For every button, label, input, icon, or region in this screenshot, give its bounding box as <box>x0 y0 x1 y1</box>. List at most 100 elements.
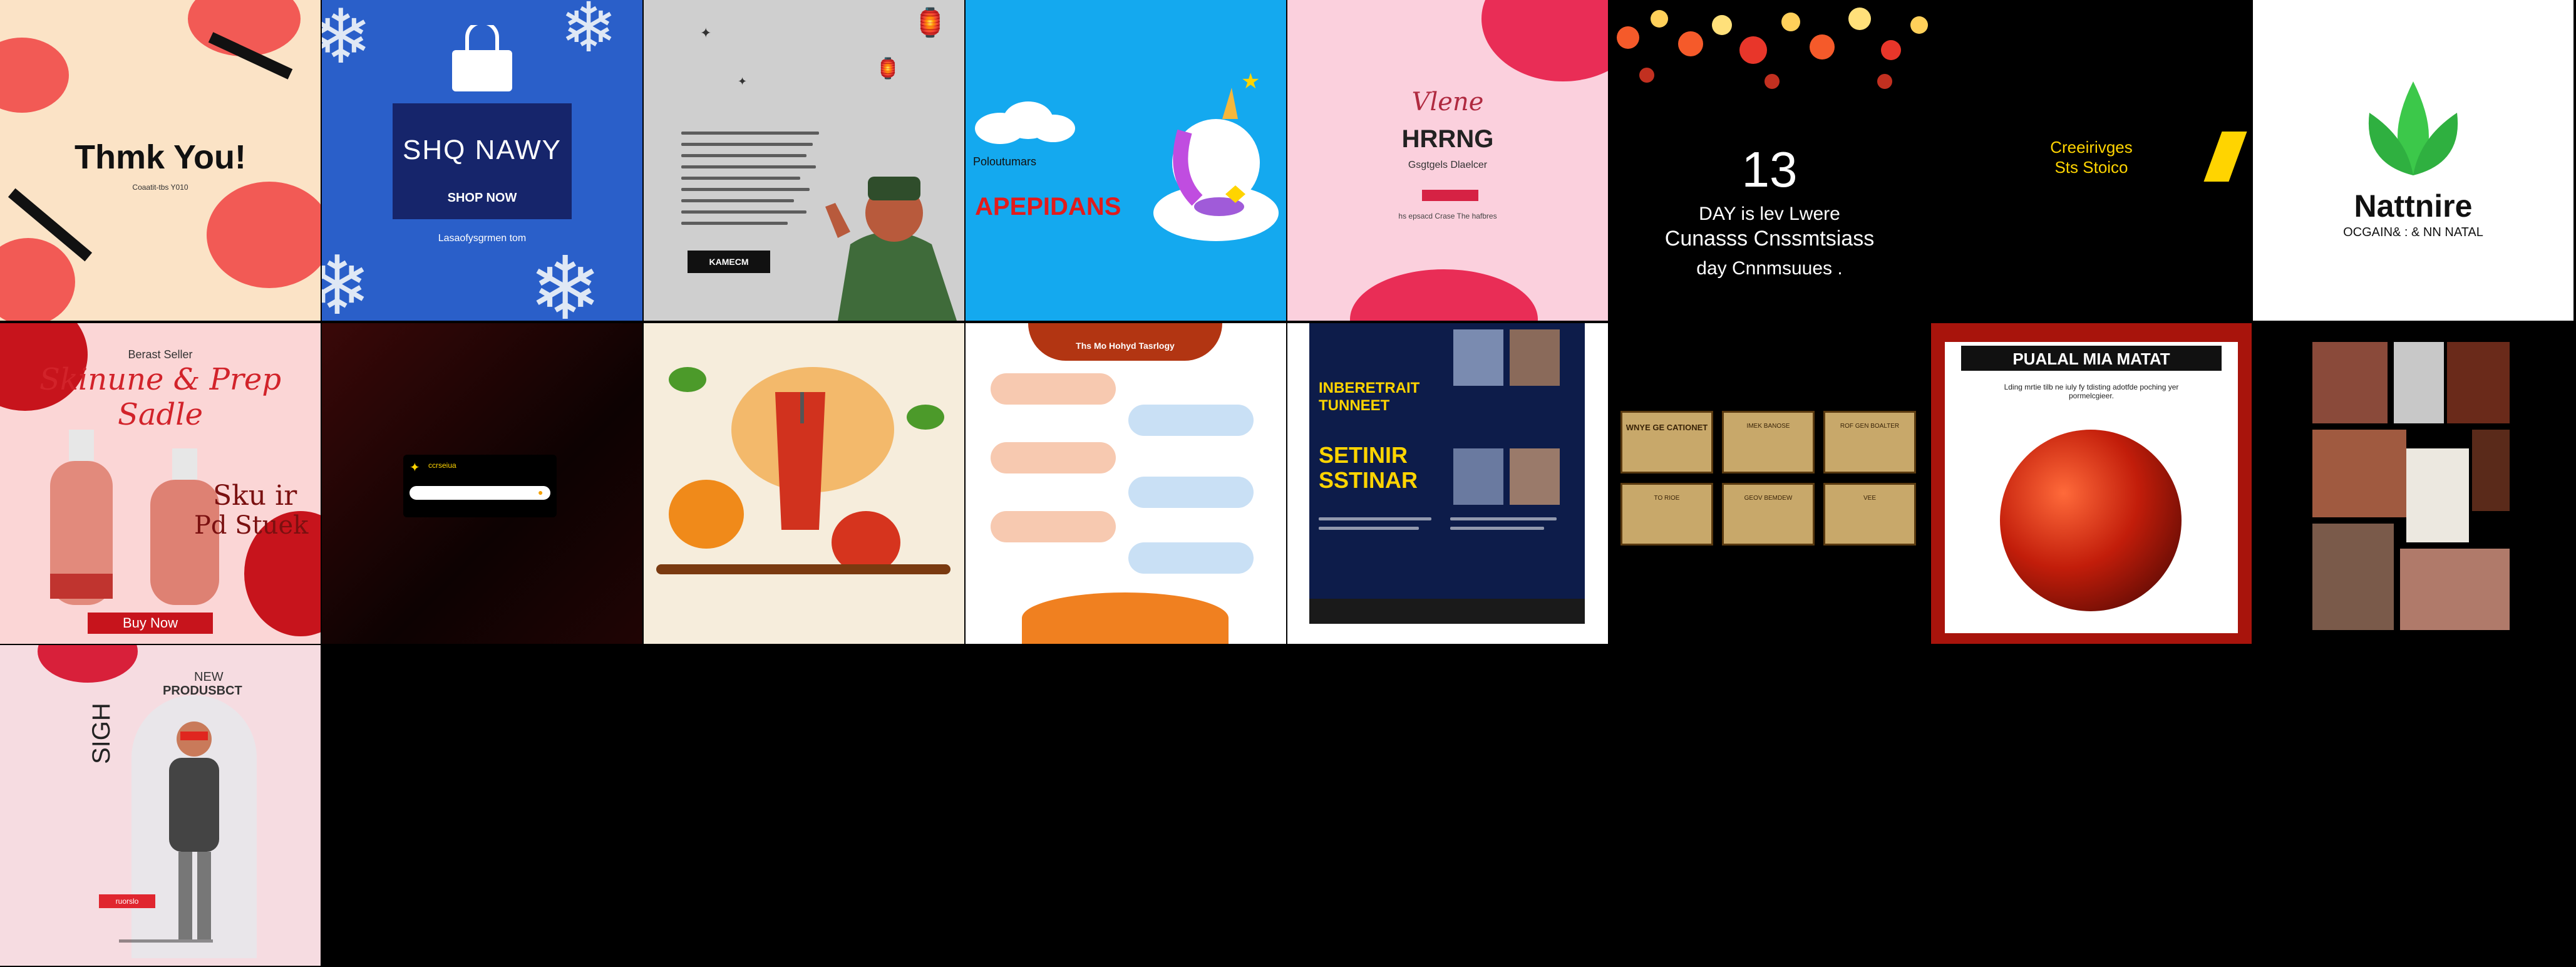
tile-seminar[interactable]: INBERETRAIT TUNNEET SETINIR SSTINAR <box>1287 323 1608 644</box>
collage-photo <box>2400 549 2510 630</box>
tile-new-product[interactable]: NEW PRODUSBCT SIGH ruorslo <box>0 645 321 966</box>
product-bottle <box>44 430 119 605</box>
seminar-title2: TUNNEET <box>1319 397 1390 414</box>
decor-blob <box>0 238 75 321</box>
thank-you-title: Thmk You! <box>74 138 246 176</box>
parchment-card[interactable]: TO RIOE <box>1620 483 1713 546</box>
search-card-title: ccrseiua <box>428 461 456 470</box>
text-line <box>681 154 806 157</box>
collage-photo <box>2394 342 2444 423</box>
tile-planet[interactable]: PUALAL MIA MATAT Lding mrtie tilb ne iul… <box>1931 323 2252 644</box>
ramadan-button[interactable]: KAMECM <box>688 251 770 273</box>
skincare-title: Skinune & Prep Sadle <box>39 362 282 432</box>
collage-photo <box>2312 524 2394 630</box>
parchment-card[interactable]: GEOV BEMDEW <box>1722 483 1815 546</box>
text-line <box>1450 527 1544 530</box>
tile-shop-now[interactable]: ❄ ❄ ❄ ❄ SHQ NAWY SHOP NOW Lasaofysgrmen … <box>322 0 642 321</box>
footer-line <box>119 939 213 943</box>
model-figure <box>144 714 244 952</box>
text-line <box>681 188 810 191</box>
decor-blob <box>38 645 138 683</box>
seminar-title1: INBERETRAIT <box>1319 380 1420 396</box>
shop-footer: Lasaofysgrmen tom <box>438 233 527 244</box>
infographic-row <box>991 442 1116 473</box>
text-line <box>681 132 819 135</box>
logo-icon: ✦ <box>410 461 420 475</box>
search-card: ✦ ccrseiua ● <box>403 455 557 517</box>
product-cta-button[interactable]: ruorslo <box>99 894 155 908</box>
countdown-line3: day Cnnmsuues . <box>1696 258 1843 279</box>
tile-nature[interactable]: Nattnire OCGAIN& : & NN NATAL <box>2253 0 2573 321</box>
lantern-icon: 🏮 <box>913 8 947 38</box>
studio-line2: Sts Stoico <box>2054 158 2128 177</box>
star-icon: ✦ <box>700 25 712 41</box>
speaker-photo <box>1453 448 1503 505</box>
thank-you-subtitle: Coaatit-tbs Y010 <box>132 183 188 192</box>
new-badge: NEW <box>194 670 224 684</box>
tile-dark-search[interactable]: ✦ ccrseiua ● <box>322 323 642 644</box>
snowflake-icon: ❄ <box>528 239 602 321</box>
infographic-row <box>1128 542 1254 574</box>
hiring-subtitle: Gsgtgels Dlaelcer <box>1408 160 1488 170</box>
unicorn-illustration <box>1147 81 1285 244</box>
tile-skincare-sale[interactable]: Berast Seller Skinune & Prep Sadle Sku i… <box>0 323 321 644</box>
infographic-row <box>1128 405 1254 436</box>
parchment-card[interactable]: IMEK BANOSE <box>1722 411 1815 473</box>
text-line <box>681 177 800 180</box>
planet-subtitle: Lding mrtie tilb ne iuly fy tdisting ado… <box>2004 383 2179 400</box>
tile-ramadan[interactable]: 🏮 🏮 ✦ ✦ KAMECM <box>644 0 964 321</box>
text-line <box>1319 517 1431 520</box>
shop-banner: SHQ NAWY SHOP NOW <box>393 103 572 219</box>
tile-photo-collage[interactable] <box>2253 323 2573 644</box>
side-text: SIGH <box>88 703 115 764</box>
shop-now-button[interactable]: SHOP NOW <box>393 191 572 205</box>
juice-footer-bar <box>656 564 951 574</box>
unicorn-title: APEPIDANS <box>975 193 1121 220</box>
cloud-icon <box>972 100 1078 144</box>
green-leaf <box>907 405 944 430</box>
infographic-row <box>991 511 1116 542</box>
tile-juice-splash[interactable] <box>644 323 964 644</box>
collage-photo <box>2312 342 2388 423</box>
text-line <box>681 165 816 168</box>
snowflake-icon: ❄ <box>560 0 618 66</box>
tile-infographic[interactable]: Ths Mo Hohyd Tasrlogy <box>966 323 1286 644</box>
tile-christmas-countdown[interactable]: 13 DAY is lev Lwere Cunasss Cnssmtsiass … <box>1609 0 1930 321</box>
lantern-icon: 🏮 <box>875 57 900 80</box>
star-icon: ✦ <box>738 75 748 88</box>
tile-creative-studio[interactable]: Creeirivges Sts Stoico <box>1931 0 2252 321</box>
search-input[interactable]: ● <box>410 486 550 500</box>
countdown-number: 13 <box>1741 142 1798 197</box>
juice-glass <box>769 392 832 530</box>
snowflake-icon: ❄ <box>322 240 371 321</box>
planet-sphere <box>2000 430 2182 611</box>
infographic-footer <box>1022 592 1229 644</box>
parchment-card[interactable]: VEE <box>1823 483 1916 546</box>
skincare-small: Berast Seller <box>128 348 193 361</box>
snowflake-icon: ❄ <box>322 0 373 79</box>
collage-photo <box>2447 342 2510 423</box>
planet-title: PUALAL MIA MATAT <box>2012 349 2170 368</box>
collage-photo <box>2472 430 2510 511</box>
shop-title: SHQ NAWY <box>403 135 562 165</box>
tile-unicorn[interactable]: ★ Poloutumars APEPIDANS <box>966 0 1286 321</box>
skincare-big: Sku ir <box>213 480 297 512</box>
search-icon: ● <box>538 487 544 497</box>
tile-thank-you[interactable]: Thmk You! Coaatit-tbs Y010 <box>0 0 321 321</box>
hiring-footer: hs epsacd Crase The hafbres <box>1398 212 1497 220</box>
hiring-button[interactable] <box>1422 190 1478 201</box>
hiring-title: HRRNG <box>1401 125 1494 153</box>
text-line <box>1319 527 1419 530</box>
collage-card <box>2406 448 2469 542</box>
seminar-title4: SSTINAR <box>1319 467 1418 493</box>
unicorn-small-text: Poloutumars <box>973 155 1037 168</box>
collage-photo <box>2312 430 2406 517</box>
tile-parchment-cards[interactable]: WNYE GE CATIONET IMEK BANOSE ROF GEN BOA… <box>1609 323 1930 644</box>
buy-now-button[interactable]: Buy Now <box>88 613 213 634</box>
parchment-card[interactable]: ROF GEN BOALTER <box>1823 411 1916 473</box>
tile-hiring[interactable]: Vlene HRRNG Gsgtgels Dlaelcer hs epsacd … <box>1287 0 1608 321</box>
speaker-photo <box>1510 448 1560 505</box>
green-leaf <box>669 367 706 392</box>
parchment-card[interactable]: WNYE GE CATIONET <box>1620 411 1713 473</box>
infographic-row <box>1128 477 1254 508</box>
